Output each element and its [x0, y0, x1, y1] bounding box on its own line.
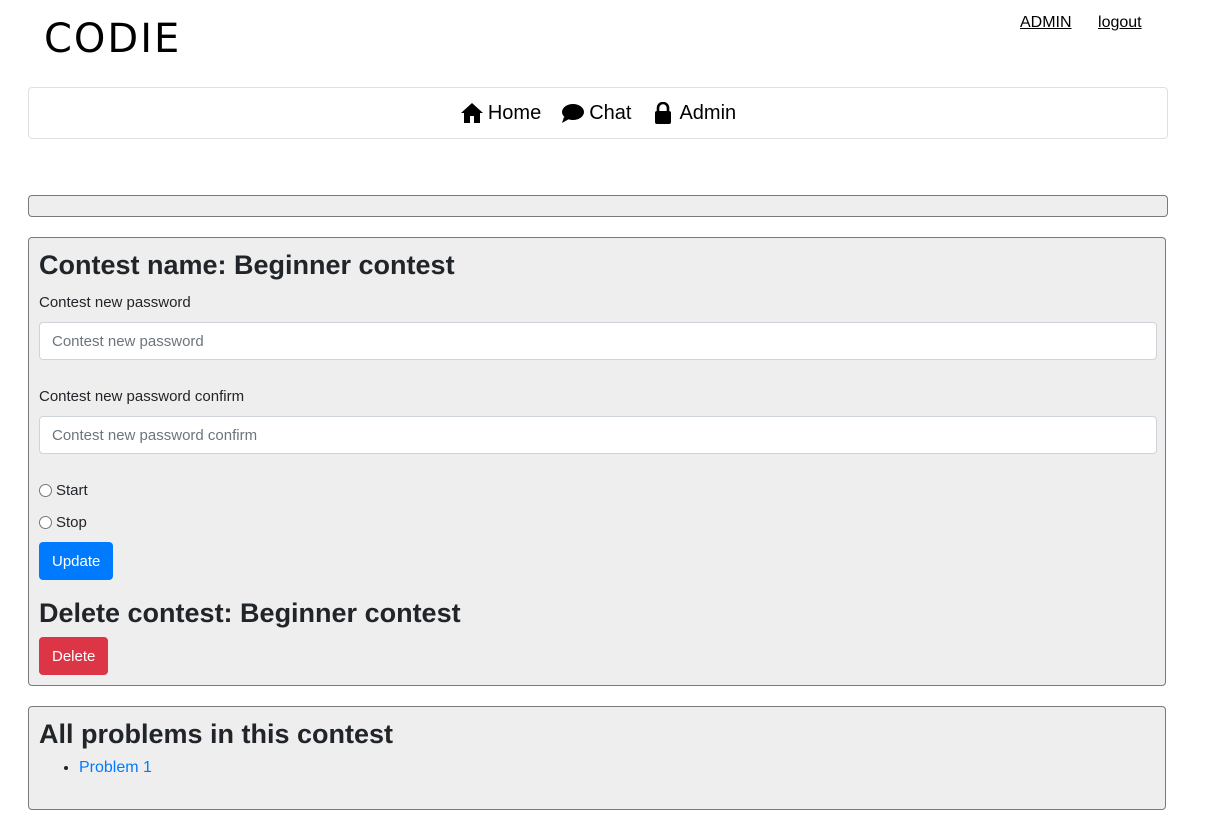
list-item: Problem 1 [79, 759, 152, 777]
page: CODIE ADMIN logout Home Chat Admin Conte… [0, 0, 1208, 840]
problems-title: All problems in this contest [39, 719, 394, 749]
admin-link[interactable]: ADMIN [1020, 14, 1072, 31]
contest-title: Contest name: Beginner contest [39, 250, 455, 280]
message-box [28, 195, 1168, 217]
main-navbar: Home Chat Admin [28, 87, 1168, 139]
problems-panel: All problems in this contest Problem 1 [28, 706, 1166, 810]
nav-admin-label: Admin [679, 101, 737, 124]
nav-home[interactable]: Home [460, 102, 541, 125]
password-confirm-input[interactable] [39, 416, 1157, 454]
nav-chat-label: Chat [589, 101, 632, 124]
top-links: ADMIN logout [1020, 14, 1164, 32]
chat-icon [562, 104, 585, 123]
radio-stop-label: Stop [56, 514, 87, 531]
radio-start[interactable]: Start [39, 482, 88, 499]
radio-stop-input[interactable] [39, 516, 52, 529]
lock-icon [655, 102, 672, 124]
contest-panel: Contest name: Beginner contest Contest n… [28, 237, 1166, 686]
delete-button[interactable]: Delete [39, 637, 109, 675]
logout-link[interactable]: logout [1098, 14, 1142, 31]
home-icon [460, 103, 483, 123]
nav-home-label: Home [487, 101, 542, 124]
password-input[interactable] [39, 322, 1157, 360]
delete-contest-title: Delete contest: Beginner contest [39, 598, 461, 628]
site-logo: CODIE [44, 16, 182, 62]
password-confirm-label: Contest new password confirm [39, 388, 245, 405]
update-button[interactable]: Update [39, 542, 114, 580]
nav-chat[interactable]: Chat [561, 102, 631, 125]
radio-start-label: Start [56, 482, 88, 499]
password-label: Contest new password [39, 294, 191, 311]
problem-link[interactable]: Problem 1 [79, 759, 152, 776]
nav-admin[interactable]: Admin [651, 102, 736, 125]
radio-start-input[interactable] [39, 484, 52, 497]
radio-stop[interactable]: Stop [39, 514, 87, 531]
problem-list: Problem 1 [39, 759, 152, 777]
